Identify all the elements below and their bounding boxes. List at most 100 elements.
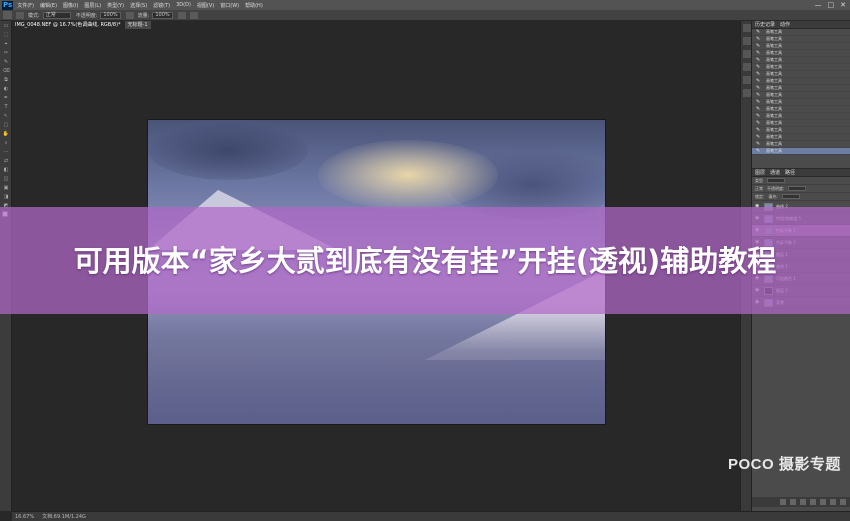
menu-select[interactable]: 选择(S) — [130, 2, 147, 9]
history-item[interactable]: ✎ 画笔工具 — [752, 57, 850, 64]
menu-edit[interactable]: 编辑(E) — [40, 2, 57, 9]
fill-field[interactable] — [781, 194, 800, 199]
paragraph-panel-icon[interactable] — [743, 89, 751, 97]
layer-opacity-field[interactable] — [788, 186, 807, 191]
history-item[interactable]: ✎ 画笔工具 — [752, 43, 850, 50]
crop-tool-icon[interactable]: ✂ — [2, 50, 10, 56]
history-item-label: 画笔工具 — [766, 134, 782, 139]
history-item[interactable]: ✎ 画笔工具 — [752, 78, 850, 85]
tool-extra-1-icon[interactable]: ▣ — [2, 185, 10, 191]
trash-icon[interactable] — [840, 499, 846, 505]
more-tools-icon[interactable]: ⋯ — [2, 149, 10, 155]
new-layer-icon[interactable] — [830, 499, 836, 505]
history-panel-header: 历史记录 动作 — [752, 21, 850, 29]
menu-view[interactable]: 视图(V) — [197, 2, 214, 9]
history-item[interactable]: ✎ 画笔工具 — [752, 120, 850, 127]
history-item[interactable]: ✎ 画笔工具 — [752, 36, 850, 43]
brush-icon: ✎ — [756, 148, 761, 154]
marquee-tool-icon[interactable]: ⬚ — [2, 32, 10, 38]
hand-tool-icon[interactable]: ✋ — [2, 131, 10, 137]
brush-panel-icon[interactable] — [743, 63, 751, 71]
actions-panel-icon[interactable] — [743, 37, 751, 45]
airbrush-icon[interactable] — [177, 11, 186, 19]
brush-preset-icon[interactable] — [16, 11, 24, 19]
status-bar: 16.67% 文档:69.1M/1.24G — [12, 511, 850, 521]
dodge-tool-icon[interactable]: ◐ — [2, 86, 10, 92]
minimize-button[interactable]: — — [815, 0, 822, 10]
history-item[interactable]: ✎ 画笔工具 — [752, 50, 850, 57]
brush-icon: ✎ — [756, 127, 761, 133]
properties-panel-icon[interactable] — [743, 50, 751, 58]
menu-image[interactable]: 图像(I) — [63, 2, 78, 9]
history-list: ✎ 画笔工具 ✎ 画笔工具 ✎ 画笔工具 ✎ 画笔工具 ✎ 画笔工具 ✎ 画笔工具 ✎ 画笔工具 ✎ 画笔工具… — [752, 29, 850, 169]
history-item[interactable]: ✎ 画笔工具 — [752, 106, 850, 113]
history-item-label: 画笔工具 — [766, 36, 782, 41]
quick-mask-icon[interactable]: ◧ — [2, 167, 10, 173]
history-item-label: 画笔工具 — [766, 148, 782, 153]
add-mask-icon[interactable] — [800, 499, 806, 505]
opacity-field[interactable]: 100% — [100, 11, 121, 19]
tab-history[interactable]: 历史记录 — [755, 21, 775, 28]
zoom-tool-icon[interactable]: ⌕ — [2, 140, 10, 146]
menu-help[interactable]: 帮助(H) — [245, 2, 263, 9]
menu-layer[interactable]: 图层(L) — [84, 2, 101, 9]
tab-layers[interactable]: 图层 — [755, 169, 765, 176]
type-tool-icon[interactable]: T — [2, 104, 10, 110]
zoom-level[interactable]: 16.67% — [15, 514, 34, 520]
brush-tool-icon[interactable]: ✎ — [2, 59, 10, 65]
link-layers-icon[interactable] — [780, 499, 786, 505]
opacity-label: 不透明度: — [75, 12, 98, 19]
pen-tool-icon[interactable]: ✒ — [2, 95, 10, 101]
brand-watermark: POCO 摄影专题 — [728, 456, 841, 473]
history-item[interactable]: ✎ 画笔工具 — [752, 113, 850, 120]
tab-channels[interactable]: 通道 — [770, 169, 780, 176]
tool-extra-2-icon[interactable]: ◨ — [2, 194, 10, 200]
tab-actions[interactable]: 动作 — [780, 21, 790, 28]
adjustment-layer-icon[interactable] — [810, 499, 816, 505]
pressure-opacity-icon[interactable] — [125, 11, 134, 19]
history-item[interactable]: ✎ 画笔工具 — [752, 92, 850, 99]
pressure-size-icon[interactable] — [189, 11, 198, 19]
menu-filter[interactable]: 滤镜(T) — [153, 2, 170, 9]
character-panel-icon[interactable] — [743, 76, 751, 84]
maximize-button[interactable]: □ — [828, 0, 835, 10]
brush-icon: ✎ — [756, 92, 761, 98]
shape-tool-icon[interactable]: ▢ — [2, 122, 10, 128]
history-item[interactable]: ✎ 画笔工具 — [752, 64, 850, 71]
history-item[interactable]: ✎ 画笔工具 — [752, 99, 850, 106]
clone-tool-icon[interactable]: ⧉ — [2, 77, 10, 83]
menu-type[interactable]: 类型(Y) — [107, 2, 124, 9]
history-item-label: 画笔工具 — [766, 127, 782, 132]
history-panel-icon[interactable] — [743, 24, 751, 32]
menu-3d[interactable]: 3D(D) — [176, 2, 191, 8]
layer-style-icon[interactable] — [790, 499, 796, 505]
blend-row: 正常 不透明度: — [752, 185, 850, 193]
history-item[interactable]: ✎ 画笔工具 — [752, 141, 850, 148]
kind-filter-select[interactable] — [767, 178, 785, 183]
document-tab-active[interactable]: IMG_0048.NEF @ 16.7%(色调曲线, RGB/8)* — [12, 21, 124, 29]
mode-select[interactable]: 正常 — [42, 11, 71, 19]
flow-field[interactable]: 100% — [152, 11, 173, 19]
kind-filter-label[interactable]: 类型 — [755, 178, 763, 184]
brush-icon: ✎ — [756, 134, 761, 140]
history-item[interactable]: ✎ 画笔工具 — [752, 85, 850, 92]
new-group-icon[interactable] — [820, 499, 826, 505]
history-item[interactable]: ✎ 画笔工具 — [752, 148, 850, 155]
history-item[interactable]: ✎ 画笔工具 — [752, 127, 850, 134]
eraser-tool-icon[interactable]: ⌫ — [2, 68, 10, 74]
tab-paths[interactable]: 路径 — [785, 169, 795, 176]
path-select-tool-icon[interactable]: ↖ — [2, 113, 10, 119]
lasso-tool-icon[interactable]: ⌖ — [2, 41, 10, 47]
current-tool-preset[interactable] — [3, 11, 12, 19]
history-item[interactable]: ✎ 画笔工具 — [752, 71, 850, 78]
history-item[interactable]: ✎ 画笔工具 — [752, 134, 850, 141]
menu-file[interactable]: 文件(F) — [17, 2, 34, 9]
close-button[interactable]: ✕ — [840, 0, 846, 10]
swap-colors-icon[interactable]: ⇄ — [2, 158, 10, 164]
document-tab[interactable]: 无标题-1 — [124, 21, 151, 29]
screen-mode-icon[interactable]: ◫ — [2, 176, 10, 182]
menu-window[interactable]: 窗口(W) — [220, 2, 239, 9]
blend-mode-select[interactable]: 正常 — [755, 186, 763, 192]
move-tool-icon[interactable]: ▭ — [2, 23, 10, 29]
history-item[interactable]: ✎ 画笔工具 — [752, 29, 850, 36]
